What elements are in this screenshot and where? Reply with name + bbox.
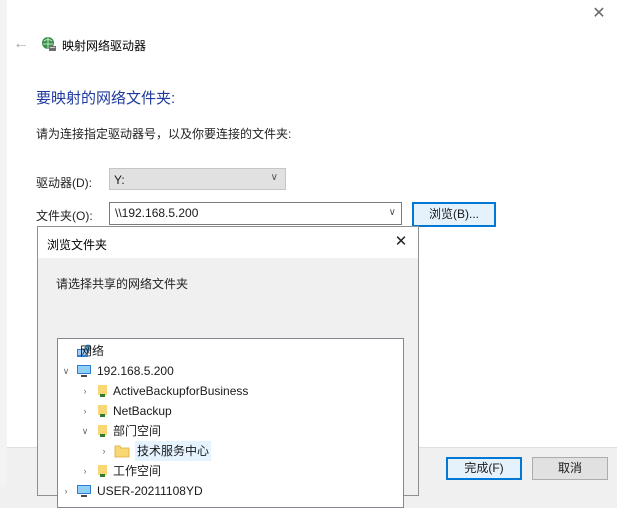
- network-drive-icon: [42, 37, 56, 51]
- tree-node-label: 网络: [80, 344, 105, 358]
- folder-tree[interactable]: 网络 ∨ 192.168.5.200 › ActiveBackupforBusi…: [57, 338, 404, 508]
- chevron-right-icon[interactable]: ›: [79, 401, 91, 421]
- chevron-right-icon[interactable]: ›: [79, 381, 91, 401]
- instruction-text: 请为连接指定驱动器号，以及你要连接的文件夹:: [36, 127, 292, 141]
- tree-node-label: NetBackup: [113, 404, 172, 418]
- shared-folder-icon: [98, 465, 107, 477]
- browse-dialog-title: 浏览文件夹: [47, 238, 108, 252]
- finish-button[interactable]: 完成(F): [446, 457, 522, 480]
- shared-folder-icon: [98, 425, 107, 437]
- back-arrow-icon[interactable]: ←: [13, 35, 31, 53]
- shared-folder-icon: [98, 385, 107, 397]
- close-icon[interactable]: ✕: [589, 4, 609, 24]
- tree-node-label: 技术服务中心: [135, 441, 212, 461]
- close-icon[interactable]: ✕: [391, 232, 411, 252]
- drive-letter-value: Y:: [114, 173, 125, 187]
- browse-button[interactable]: 浏览(B)...: [412, 202, 496, 227]
- computer-icon: [77, 365, 91, 377]
- tree-node-label: ActiveBackupforBusiness: [113, 384, 249, 398]
- shared-folder-icon: [98, 405, 107, 417]
- chevron-right-icon[interactable]: ›: [98, 441, 110, 461]
- cancel-button[interactable]: 取消: [532, 457, 608, 480]
- tree-node-label: USER-20211108YD: [97, 484, 203, 498]
- folder-label: 文件夹(O):: [36, 209, 93, 223]
- chevron-right-icon[interactable]: ›: [60, 481, 72, 501]
- tree-node-label: 192.168.5.200: [97, 364, 174, 378]
- drive-letter-select[interactable]: Y: ∨: [109, 168, 286, 190]
- browse-dialog-titlebar: 浏览文件夹 ✕: [38, 227, 418, 258]
- tree-node-label: 部门空间: [113, 424, 162, 438]
- folder-icon: [114, 445, 130, 458]
- browse-dialog-description: 请选择共享的网络文件夹: [56, 277, 189, 291]
- folder-path-input[interactable]: \\192.168.5.200 ∨: [109, 202, 402, 225]
- page-heading: 要映射的网络文件夹:: [36, 90, 176, 107]
- computer-icon: [77, 485, 91, 497]
- folder-path-value: \\192.168.5.200: [115, 206, 199, 220]
- browse-folder-dialog: 浏览文件夹 ✕ 请选择共享的网络文件夹 网络 ∨ 192.168.5.200 ›: [37, 226, 419, 508]
- chevron-right-icon[interactable]: ›: [79, 461, 91, 481]
- chevron-down-icon[interactable]: ∨: [60, 361, 72, 381]
- chevron-down-icon[interactable]: ∨: [79, 421, 91, 441]
- wizard-title: 映射网络驱动器: [62, 39, 147, 53]
- drive-label: 驱动器(D):: [36, 176, 92, 190]
- chevron-down-icon: ∨: [270, 172, 278, 183]
- chevron-down-icon[interactable]: ∨: [389, 207, 396, 218]
- tree-node-label: 工作空间: [113, 464, 162, 478]
